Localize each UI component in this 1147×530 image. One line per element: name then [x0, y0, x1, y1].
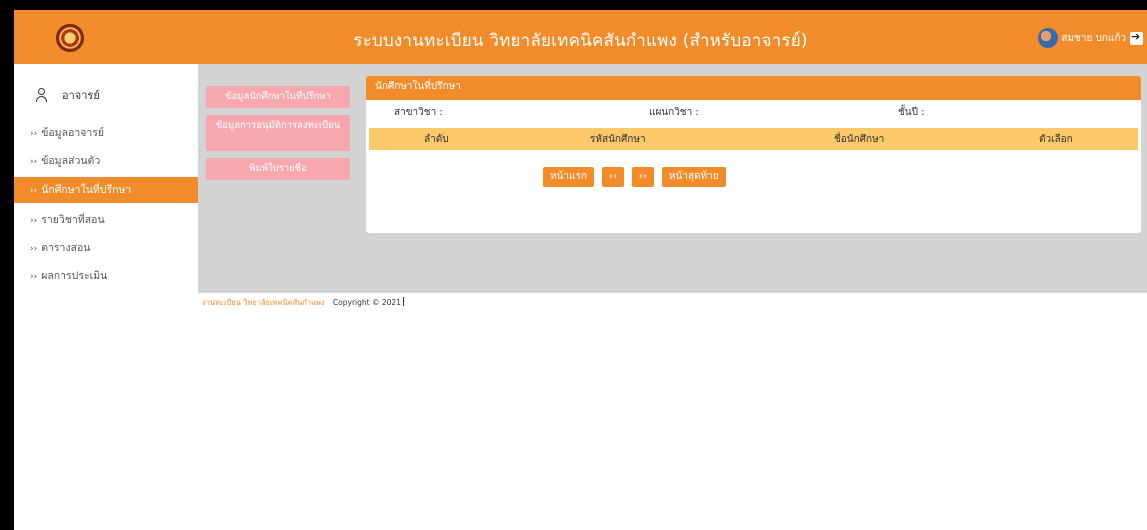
advisees-card: นักศึกษาในที่ปรึกษา สาขาวิชา : แผนกวิชา … — [366, 76, 1141, 233]
column-header-order: ลำดับ — [424, 134, 449, 145]
sidebar-item-evaluation[interactable]: ›› ผลการประเมิน — [14, 263, 198, 289]
pagination: หน้าแรก ‹‹ ›› หน้าสุดท้าย — [543, 167, 734, 187]
approve-registration-button[interactable]: ข้อมูลการอนุมัติการลงทะเบียน — [206, 115, 350, 151]
print-list-button[interactable]: พิมพ์ใบรายชื่อ — [206, 158, 350, 180]
sidebar-item-teacher-info[interactable]: ›› ข้อมูลอาจารย์ — [14, 120, 198, 146]
user-name[interactable]: สมชาย บกแก้ว — [1061, 31, 1126, 46]
chevron-right-icon: ›› — [30, 186, 38, 196]
chevron-right-icon: ›› — [30, 216, 38, 226]
card-title: นักศึกษาในที่ปรึกษา — [366, 76, 1141, 100]
column-header-student-name: ชื่อนักศึกษา — [834, 134, 885, 145]
person-icon — [36, 88, 48, 102]
prev-page-button[interactable]: ‹‹ — [601, 167, 624, 187]
major-label: สาขาวิชา : — [394, 107, 443, 118]
level-label: ชั้นปี : — [898, 107, 925, 118]
sidebar-item-personal-info[interactable]: ›› ข้อมูลส่วนตัว — [14, 148, 198, 174]
sidebar: อาจารย์ ›› ข้อมูลอาจารย์ ›› ข้อมูลส่วนตัว … — [14, 64, 198, 293]
chevron-right-icon: ›› — [30, 157, 38, 167]
chevron-right-icon: ›› — [30, 244, 38, 254]
main-content: ข้อมูลนักศึกษาในที่ปรึกษา ข้อมูลการอนุมั… — [198, 64, 1147, 293]
text-cursor — [402, 297, 404, 306]
table-header: ลำดับ รหัสนักศึกษา ชื่อนักศึกษา ตัวเลือก — [369, 128, 1138, 150]
sidebar-item-label: ผลการประเมิน — [41, 270, 108, 282]
department-label: แผนกวิชา : — [649, 107, 699, 118]
sidebar-item-courses[interactable]: ›› รายวิชาที่สอน — [14, 207, 198, 233]
role-row: อาจารย์ — [36, 86, 100, 104]
sidebar-item-advisees[interactable]: ›› นักศึกษาในที่ปรึกษา — [14, 177, 198, 203]
logout-icon[interactable] — [1130, 30, 1143, 45]
sidebar-item-label: ตารางสอน — [41, 242, 91, 254]
role-label: อาจารย์ — [62, 89, 100, 102]
top-header: ระบบงานทะเบียน วิทยาลัยเทคนิคสันกำแพง (ส… — [14, 10, 1147, 64]
site-title: ระบบงานทะเบียน วิทยาลัยเทคนิคสันกำแพง (ส… — [353, 31, 808, 51]
sidebar-item-label: รายวิชาที่สอน — [41, 214, 105, 226]
chevron-right-icon: ›› — [30, 272, 38, 282]
sidebar-item-label: ข้อมูลส่วนตัว — [41, 155, 101, 167]
chevron-right-icon: ›› — [30, 129, 38, 139]
sidebar-item-schedule[interactable]: ›› ตารางสอน — [14, 235, 198, 261]
sidebar-item-label: ข้อมูลอาจารย์ — [41, 127, 105, 139]
column-header-student-id: รหัสนักศึกษา — [590, 134, 646, 145]
first-page-button[interactable]: หน้าแรก — [543, 167, 594, 187]
student-info-button[interactable]: ข้อมูลนักศึกษาในที่ปรึกษา — [206, 86, 350, 108]
footer-link[interactable]: งานทะเบียน วิทยาลัยเทคนิคสันกำแพง — [202, 298, 325, 307]
column-header-options: ตัวเลือก — [1039, 134, 1073, 145]
copyright-text: Copyright © 2021 — [332, 298, 401, 307]
user-menu[interactable]: สมชาย บกแก้ว — [1038, 28, 1143, 48]
last-page-button[interactable]: หน้าสุดท้าย — [661, 167, 726, 187]
app-window: ระบบงานทะเบียน วิทยาลัยเทคนิคสันกำแพง (ส… — [14, 10, 1147, 530]
avatar[interactable] — [1038, 28, 1059, 48]
footer: งานทะเบียน วิทยาลัยเทคนิคสันกำแพง Copyri… — [202, 297, 404, 309]
next-page-button[interactable]: ›› — [631, 167, 654, 187]
sidebar-item-label: นักศึกษาในที่ปรึกษา — [41, 184, 132, 196]
